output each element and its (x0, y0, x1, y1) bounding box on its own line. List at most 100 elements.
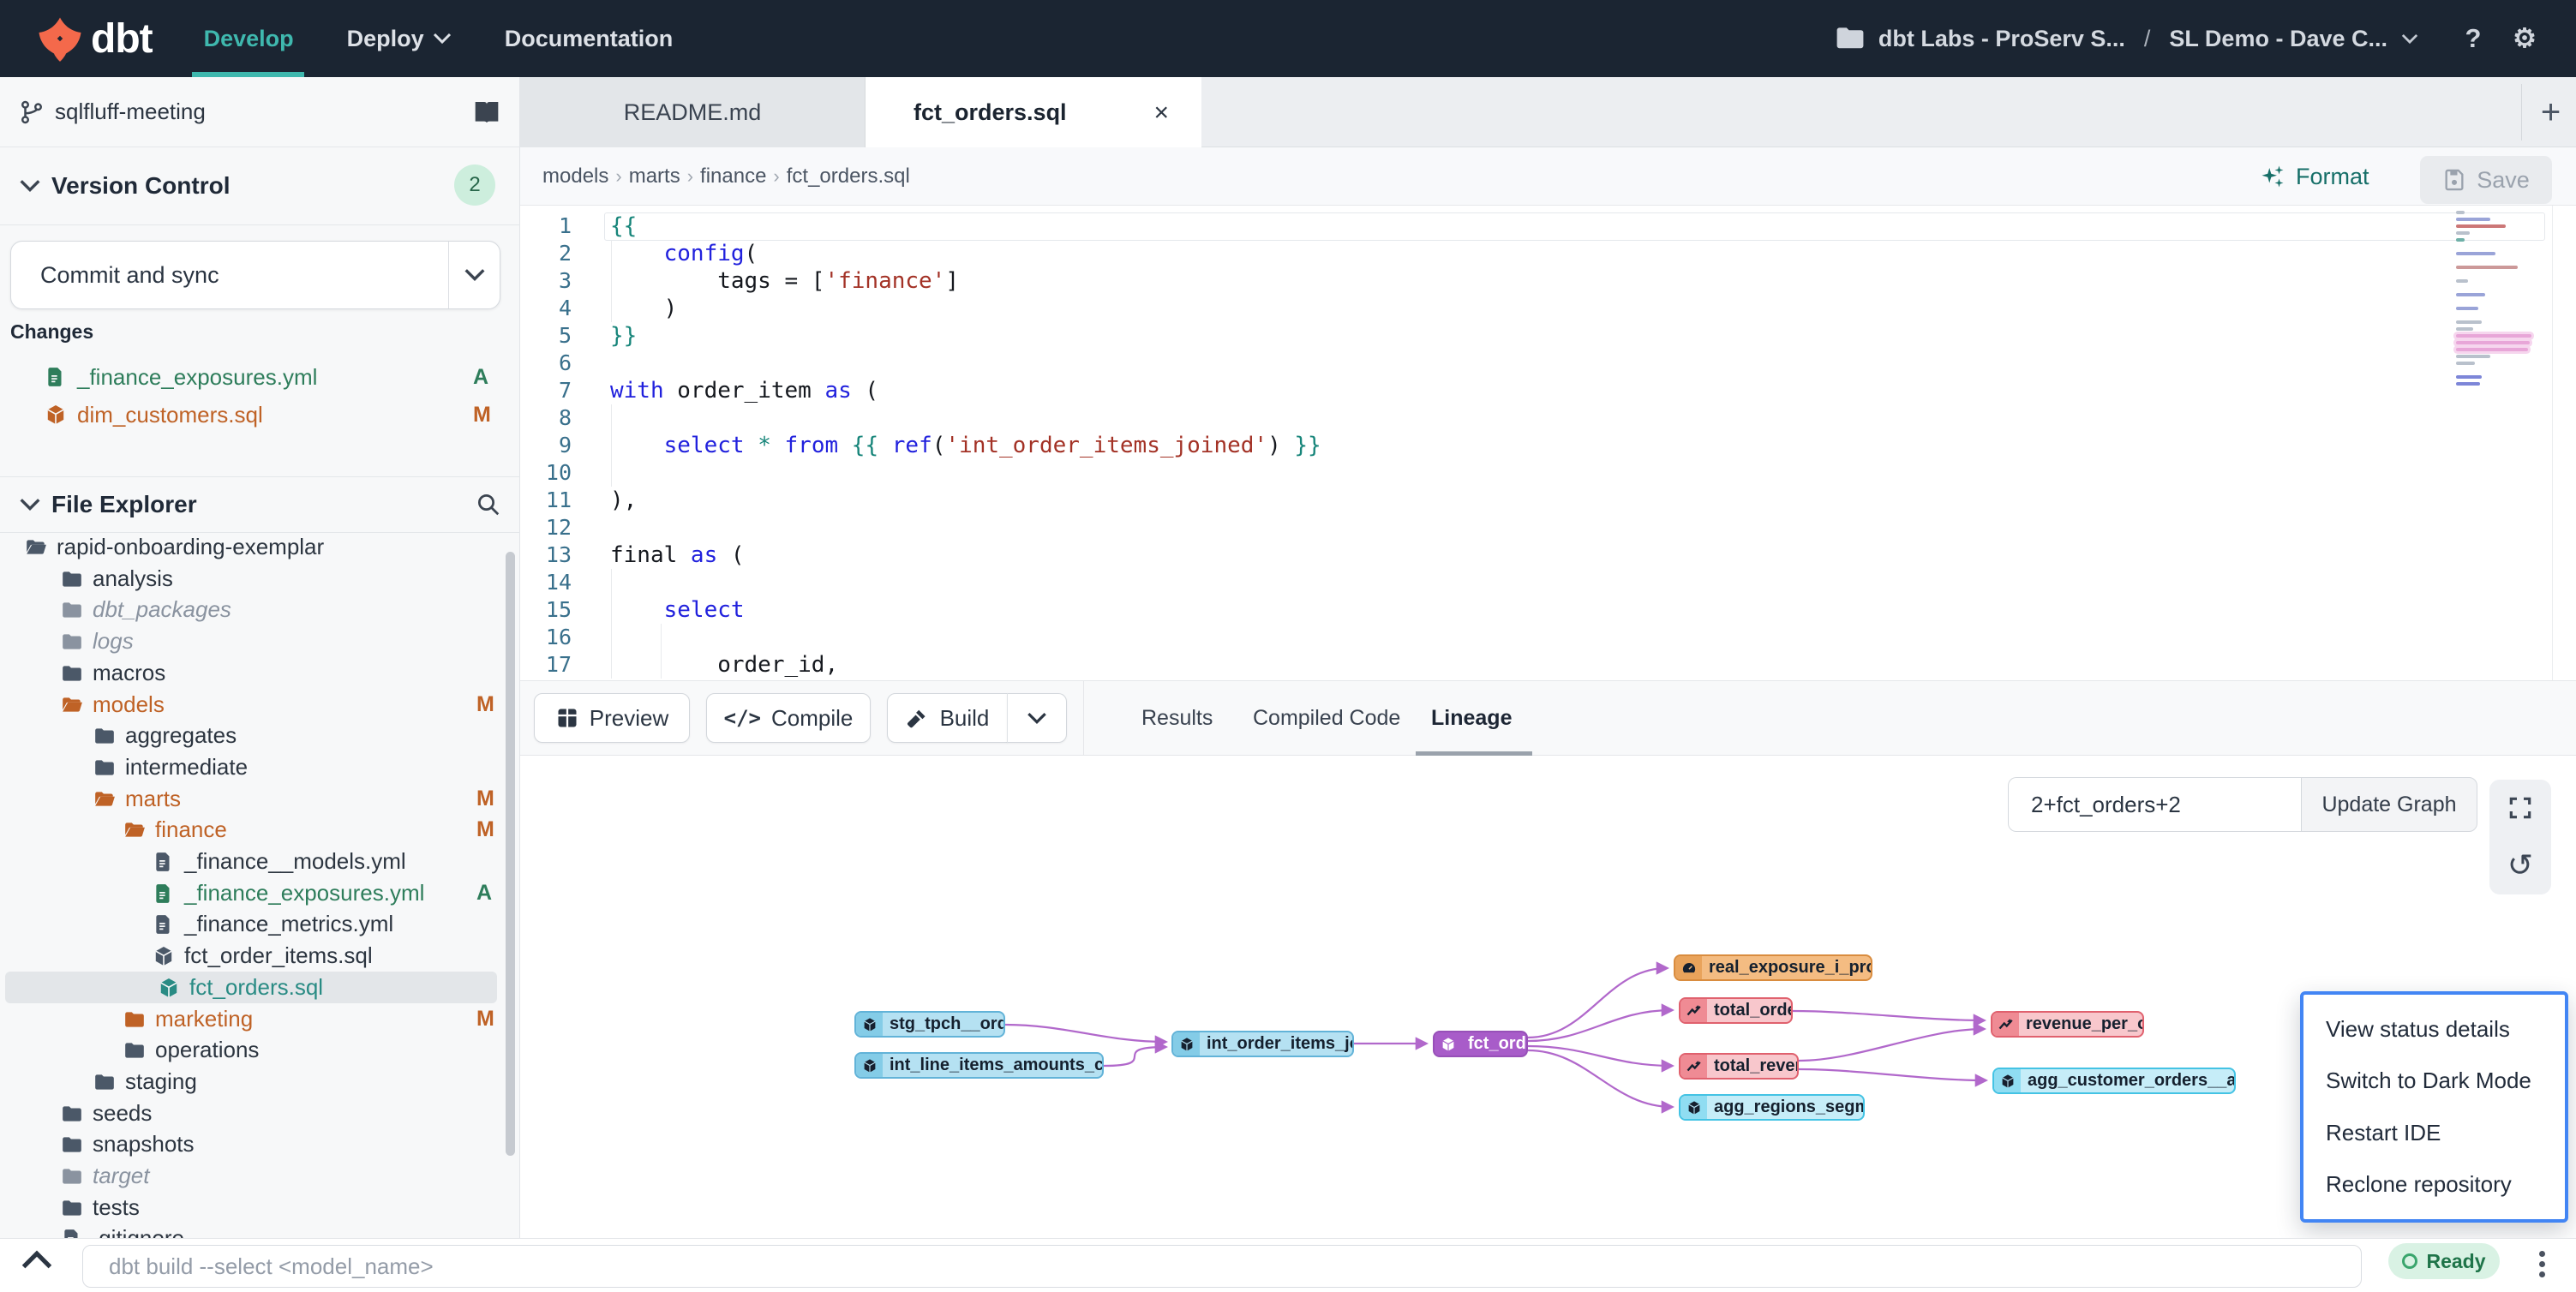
file-icon (153, 882, 175, 905)
divider (2552, 206, 2553, 680)
file-explorer-header[interactable]: File Explorer (0, 476, 520, 533)
tree-item-analysis[interactable]: analysis (0, 563, 506, 595)
build-button[interactable]: Build (887, 693, 1008, 743)
lineage-node-stg_tpch__orders[interactable]: stg_tpch__orders (854, 1011, 1005, 1038)
lineage-node-agg_regions_segments[interactable]: agg_regions_segments (1679, 1094, 1865, 1121)
minimap[interactable] (2453, 211, 2549, 605)
tab-lineage[interactable]: Lineage (1431, 681, 1512, 755)
tab-results[interactable]: Results (1141, 681, 1213, 755)
nav-item-deploy[interactable]: Deploy (347, 26, 452, 52)
menu-item-reclone-repository[interactable]: Reclone repository (2303, 1171, 2565, 1198)
tree-item-.gitignore[interactable]: .gitignore (0, 1223, 506, 1238)
tree-item-models[interactable]: modelsM (0, 689, 506, 721)
tab-readme[interactable]: README.md (520, 77, 866, 147)
tree-item-target[interactable]: target (0, 1160, 506, 1192)
command-bar: Ready (0, 1238, 2576, 1292)
node-label: total_orders (1707, 1001, 1793, 1020)
node-label: int_line_items_amounts_calculated (883, 1056, 1104, 1075)
lineage-label: Lineage (1431, 706, 1512, 731)
indent-guide (611, 569, 612, 679)
commit-and-sync-button[interactable]: Commit and sync (10, 241, 500, 309)
save-button[interactable]: Save (2420, 156, 2552, 204)
file-tree-scrollbar[interactable] (506, 552, 515, 1156)
preview-label: Preview (590, 705, 668, 732)
chevron-up-icon[interactable] (21, 1249, 53, 1270)
tree-item-label: snapshots (93, 1131, 195, 1157)
tree-item-_finance_metrics.yml[interactable]: _finance_metrics.yml (0, 908, 506, 940)
code-editor[interactable]: 1{{2 config(3 tags = ['finance']4 )5}}67… (520, 206, 2576, 680)
crumb-models[interactable]: models (542, 164, 608, 188)
minimap-line (2456, 327, 2473, 331)
tab-compiled-code[interactable]: Compiled Code (1253, 681, 1400, 755)
minimap-line (2456, 362, 2475, 365)
lineage-node-total_revenue[interactable]: total_revenue (1679, 1053, 1799, 1080)
tree-item-intermediate[interactable]: intermediate (0, 751, 506, 783)
tree-item-fct_orders.sql[interactable]: fct_orders.sql (5, 972, 497, 1003)
close-icon[interactable]: × (1153, 99, 1169, 128)
new-tab-button[interactable]: + (2525, 77, 2576, 147)
crumb-file[interactable]: fct_orders.sql (787, 164, 910, 188)
menu-item-restart-ide[interactable]: Restart IDE (2303, 1120, 2565, 1146)
tree-item-aggregates[interactable]: aggregates (0, 720, 506, 751)
tree-item-fct_order_items.sql[interactable]: fct_order_items.sql (0, 940, 506, 972)
node-label: int_order_items_joined (1200, 1034, 1354, 1054)
divider (1083, 681, 1084, 757)
tree-status-badge: A (476, 881, 492, 906)
tree-item-marketing[interactable]: marketingM (0, 1003, 506, 1035)
gear-icon[interactable]: ⚙ (2506, 23, 2543, 54)
preview-button[interactable]: Preview (534, 693, 690, 743)
tree-item-finance[interactable]: financeM (0, 814, 506, 846)
lineage-node-total_orders[interactable]: total_orders (1679, 997, 1793, 1024)
tree-item-_finance__models.yml[interactable]: _finance__models.yml (0, 846, 506, 877)
git-branch-row[interactable]: sqlfluff-meeting (0, 77, 520, 147)
project-name[interactable]: SL Demo - Dave C... (2169, 26, 2387, 52)
account-name[interactable]: dbt Labs - ProServ S... (1878, 26, 2125, 52)
fullscreen-icon[interactable] (2507, 794, 2534, 822)
tree-item-snapshots[interactable]: snapshots (0, 1128, 506, 1160)
dbt-logo-icon (36, 15, 84, 63)
tree-item-_finance_exposures.yml[interactable]: _finance_exposures.ymlA (0, 877, 506, 909)
change-item-dim_customers.sql[interactable]: dim_customers.sql M (0, 398, 520, 432)
change-item-_finance_exposures.yml[interactable]: _finance_exposures.yml A (0, 360, 520, 394)
nav-item-documentation[interactable]: Documentation (505, 26, 674, 52)
tree-item-macros[interactable]: macros (0, 657, 506, 689)
lineage-node-revenue_per_order[interactable]: revenue_per_order (1991, 1011, 2144, 1038)
lineage-node-int_order_items_joined[interactable]: int_order_items_joined (1171, 1031, 1354, 1057)
lineage-node-real_exposure_i_promise[interactable]: real_exposure_i_promise (1674, 954, 1872, 981)
tab-fct-orders[interactable]: fct_orders.sql × (866, 77, 1201, 148)
docs-book-icon[interactable] (473, 100, 500, 124)
tree-item-operations[interactable]: operations (0, 1034, 506, 1066)
tree-item-seeds[interactable]: seeds (0, 1098, 506, 1129)
kebab-menu-icon[interactable] (2525, 1244, 2559, 1283)
crumb-marts[interactable]: marts (629, 164, 680, 188)
tree-item-dbt_packages[interactable]: dbt_packages (0, 594, 506, 625)
crumb-finance[interactable]: finance (700, 164, 766, 188)
search-icon[interactable] (476, 492, 501, 517)
tree-item-tests[interactable]: tests (0, 1192, 506, 1223)
format-button[interactable]: Format (2260, 147, 2369, 206)
folder-icon (61, 1197, 83, 1219)
lineage-node-int_line_items_amounts_calculated[interactable]: int_line_items_amounts_calculated (854, 1052, 1104, 1079)
menu-item-switch-to-dark-mode[interactable]: Switch to Dark Mode (2303, 1068, 2565, 1094)
tree-item-staging[interactable]: staging (0, 1066, 506, 1098)
tree-item-logs[interactable]: logs (0, 625, 506, 657)
status-badge[interactable]: Ready (2388, 1243, 2500, 1279)
lineage-node-agg_customer_orders__all_time[interactable]: agg_customer_orders__all_time (1992, 1068, 2236, 1094)
menu-item-view-status-details[interactable]: View status details (2303, 1016, 2565, 1043)
chevron-down-icon[interactable] (2401, 33, 2418, 45)
tree-item-rapid-onboarding-exemplar[interactable]: rapid-onboarding-exemplar (0, 533, 506, 563)
lineage-node-fct_orders[interactable]: fct_orders (1433, 1031, 1528, 1057)
dbt-command-input[interactable] (82, 1245, 2362, 1288)
help-icon[interactable]: ? (2454, 23, 2492, 54)
compile-button[interactable]: </> Build Compile (706, 693, 871, 743)
line-number: 2 (520, 240, 572, 267)
build-options-caret[interactable] (1007, 693, 1067, 743)
dbt-logo[interactable]: dbt (36, 15, 153, 63)
version-control-header[interactable]: Version Control 2 (0, 147, 520, 224)
update-graph-button[interactable]: Update Graph (2301, 777, 2477, 832)
lineage-selector-input[interactable] (2008, 777, 2301, 832)
commit-options-caret[interactable] (448, 242, 500, 308)
reset-view-icon[interactable]: ↺ (2507, 850, 2533, 881)
nav-item-develop[interactable]: Develop (204, 26, 294, 52)
tree-item-marts[interactable]: martsM (0, 783, 506, 815)
